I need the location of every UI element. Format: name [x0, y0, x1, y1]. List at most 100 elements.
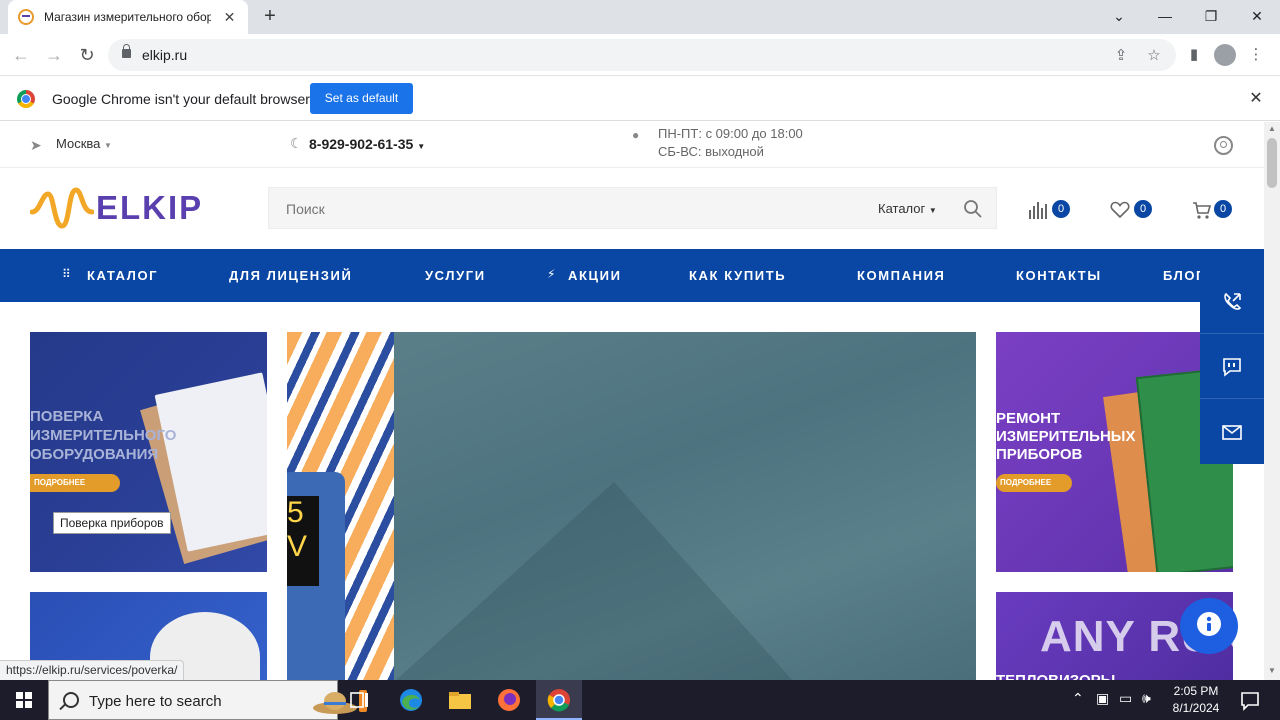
site-favicon-icon	[18, 9, 34, 25]
compare-icon[interactable]	[1028, 200, 1048, 220]
device-screen: 5 V	[287, 496, 319, 586]
banner-repair-title: РЕМОНТ ИЗМЕРИТЕЛЬНЫХ ПРИБОРОВ	[996, 410, 1136, 463]
volume-icon[interactable]: 🕪	[1142, 690, 1151, 707]
browser-tab[interactable]: Магазин измерительного обор ✕	[8, 0, 248, 34]
tab-title: Магазин измерительного обор	[44, 10, 211, 24]
status-bar-link: https://elkip.ru/services/poverka/	[0, 660, 185, 680]
envelope-icon	[1222, 425, 1242, 440]
clock-time: 2:05 PM	[1173, 684, 1219, 698]
profile-avatar[interactable]	[1214, 44, 1236, 66]
multimeter-device-image: 5 V	[287, 472, 345, 680]
chat-bubble-icon	[1197, 612, 1221, 636]
chrome-menu-icon[interactable]: ⋮	[1245, 44, 1267, 66]
taskbar-search-box[interactable]: Type here to search	[48, 680, 367, 720]
search-category-select[interactable]: Каталог ▼	[878, 201, 937, 216]
restore-button[interactable]: ❐	[1199, 4, 1223, 28]
site-header: ELKIP Каталог ▼ 0 0 0	[0, 168, 1264, 249]
network-icon[interactable]: ▭	[1119, 690, 1132, 707]
nav-catalog[interactable]: КАТАЛОГ	[87, 268, 158, 283]
email-button[interactable]	[1200, 400, 1264, 464]
logo-text: ELKIP	[96, 189, 204, 226]
working-hours-weekend: СБ-ВС: выходной	[658, 144, 764, 159]
tab-search-chevron-icon[interactable]: ⌄	[1107, 4, 1131, 28]
lock-icon[interactable]	[122, 44, 131, 58]
page-viewport: ➤ Москва ▼ ☾ 8-929-902-61-35 ▼ ● ПН-ПТ: …	[0, 122, 1280, 680]
new-tab-button[interactable]: +	[258, 5, 282, 29]
polygon-shade	[394, 482, 794, 680]
tray-chevron-icon[interactable]: ⌃	[1072, 690, 1084, 707]
callback-button[interactable]	[1200, 270, 1264, 334]
close-window-button[interactable]: ✕	[1245, 4, 1269, 28]
edge-browser-icon[interactable]	[397, 686, 425, 714]
address-bar[interactable]: elkip.ru ⇪ ☆	[108, 39, 1176, 71]
set-as-default-button[interactable]: Set as default	[310, 83, 413, 114]
minimize-button[interactable]: —	[1153, 4, 1177, 28]
review-button[interactable]	[1200, 335, 1264, 399]
reload-button[interactable]: ↻	[75, 43, 99, 67]
share-icon[interactable]: ⇪	[1111, 46, 1131, 66]
browser-toolbar: ← → ↻ elkip.ru ⇪ ☆ ▮ ⋮	[0, 34, 1280, 76]
nav-blog[interactable]: БЛОГ	[1163, 268, 1205, 283]
scroll-thumb[interactable]	[1267, 138, 1277, 188]
firefox-icon[interactable]	[495, 686, 523, 714]
scroll-up-arrow-icon[interactable]: ▲	[1267, 124, 1277, 133]
working-hours-weekdays: ПН-ПТ: с 09:00 до 18:00	[658, 126, 803, 141]
page-scrollbar[interactable]: ▲ ▼	[1264, 122, 1280, 680]
task-view-icon[interactable]	[346, 686, 374, 714]
taskbar-clock[interactable]: 2:05 PM 8/1/2024	[1166, 683, 1226, 717]
chrome-taskbar-icon	[547, 689, 570, 712]
notification-icon[interactable]	[1236, 686, 1264, 714]
heart-icon[interactable]	[1110, 200, 1130, 220]
cart-count-badge: 0	[1214, 200, 1232, 218]
chat-quote-icon	[1223, 358, 1241, 377]
windows-taskbar: Type here to search ⌃ ▣ ▭ 🕪 2:05 PM 8/1/…	[0, 680, 1280, 720]
nav-services[interactable]: УСЛУГИ	[425, 268, 486, 283]
nav-company[interactable]: КОМПАНИЯ	[857, 268, 945, 283]
favorites-count-badge: 0	[1134, 200, 1152, 218]
account-icon[interactable]	[1214, 136, 1233, 155]
compare-count-badge: 0	[1052, 200, 1070, 218]
image-tooltip: Поверка приборов	[53, 512, 171, 534]
nav-how-to-buy[interactable]: КАК КУПИТЬ	[689, 268, 786, 283]
logo-wave-icon	[29, 187, 95, 229]
nav-promotions[interactable]: АКЦИИ	[568, 268, 622, 283]
phone-number[interactable]: 8-929-902-61-35 ▼	[309, 136, 425, 152]
scroll-down-arrow-icon[interactable]: ▼	[1267, 666, 1277, 675]
banner-repair-more[interactable]: ПОДРОБНЕЕ	[996, 474, 1072, 492]
site-logo[interactable]: ELKIP	[29, 186, 210, 230]
infobar-message: Google Chrome isn't your default browser	[52, 91, 310, 107]
side-panel-icon[interactable]: ▮	[1183, 44, 1205, 66]
main-slider[interactable]: 5 V	[287, 332, 976, 680]
nav-contacts[interactable]: КОНТАКТЫ	[1016, 268, 1102, 283]
banner-calibration-more[interactable]: ПОДРОБНЕЕ	[30, 474, 120, 492]
nav-licenses[interactable]: ДЛЯ ЛИЦЕНЗИЙ	[229, 268, 352, 283]
forward-button[interactable]: →	[42, 43, 66, 67]
chat-widget-button[interactable]	[1180, 598, 1238, 654]
lightning-icon: ⚡	[547, 267, 556, 281]
banner-calibration[interactable]: ПОВЕРКА ИЗМЕРИТЕЛЬНОГО ОБОРУДОВАНИЯ ПОДР…	[30, 332, 267, 572]
search-icon[interactable]	[963, 199, 983, 219]
file-explorer-icon[interactable]	[446, 686, 474, 714]
floating-contact-panel	[1200, 270, 1264, 464]
top-info-row: ➤ Москва ▼ ☾ 8-929-902-61-35 ▼ ● ПН-ПТ: …	[0, 122, 1264, 168]
city-selector[interactable]: Москва ▼	[56, 136, 112, 151]
banner-repair[interactable]: РЕМОНТ ИЗМЕРИТЕЛЬНЫХ ПРИБОРОВ ПОДРОБНЕЕ	[996, 332, 1233, 572]
taskbar-search-placeholder: Type here to search	[89, 693, 222, 710]
search-icon	[63, 692, 79, 708]
default-browser-infobar: Google Chrome isn't your default browser…	[0, 77, 1280, 121]
clock-date: 8/1/2024	[1172, 701, 1220, 715]
back-button[interactable]: ←	[9, 43, 33, 67]
tab-close-icon[interactable]: ✕	[221, 8, 238, 26]
infobar-close-icon[interactable]: ✕	[1246, 89, 1266, 109]
banner-thermal-title: ТЕПЛОВИЗОРЫ	[996, 672, 1115, 680]
main-navigation: ⠿ КАТАЛОГ ДЛЯ ЛИЦЕНЗИЙ УСЛУГИ ⚡ АКЦИИ КА…	[0, 249, 1264, 302]
cart-icon[interactable]	[1192, 200, 1212, 220]
bookmark-star-icon[interactable]: ☆	[1144, 46, 1164, 66]
phone-icon: ☾	[290, 135, 303, 151]
phone-callback-icon	[1224, 292, 1242, 310]
banner-calibration-title: ПОВЕРКА ИЗМЕРИТЕЛЬНОГО ОБОРУДОВАНИЯ	[30, 408, 177, 463]
taskbar-chrome-active[interactable]	[536, 680, 582, 720]
search-input[interactable]	[286, 201, 826, 217]
windows-start-icon[interactable]	[0, 680, 48, 720]
tray-device-icon[interactable]: ▣	[1096, 690, 1109, 707]
